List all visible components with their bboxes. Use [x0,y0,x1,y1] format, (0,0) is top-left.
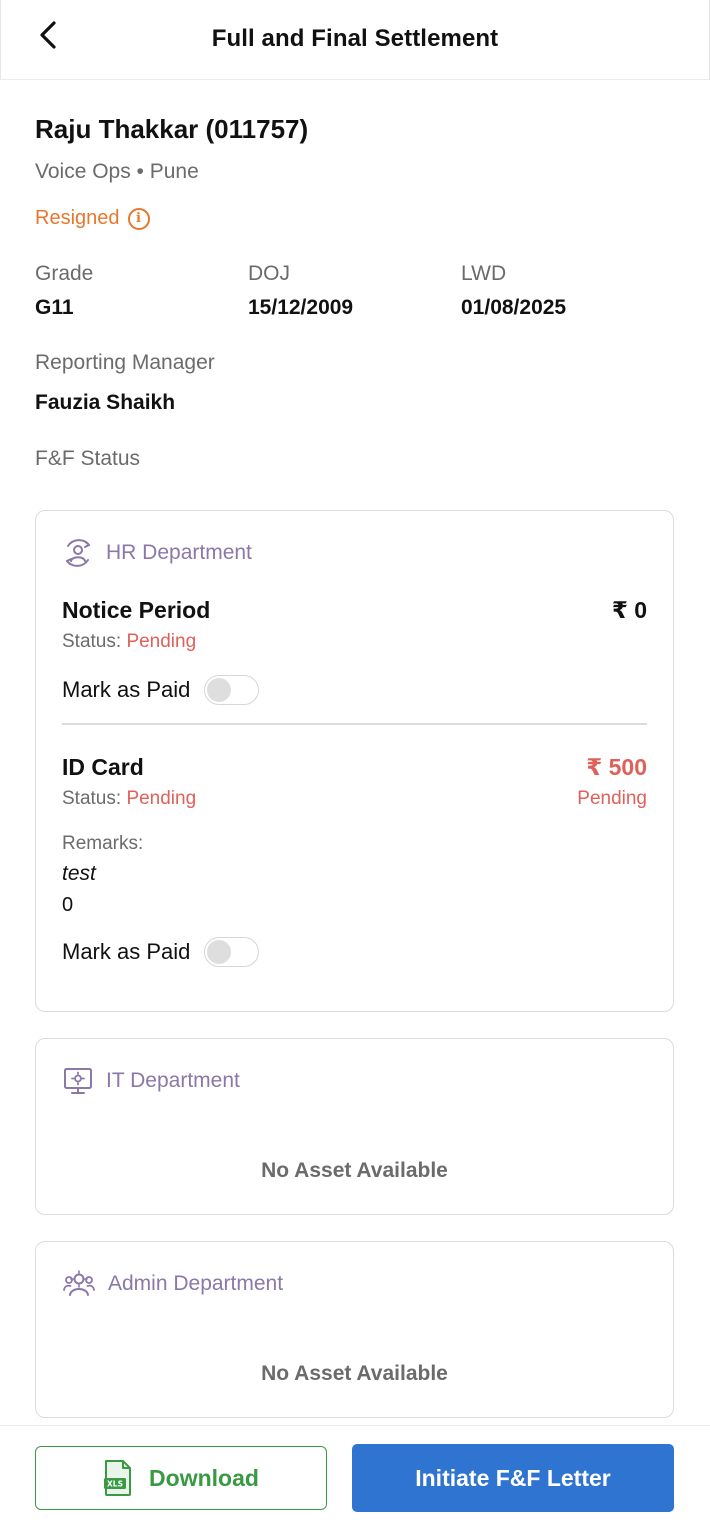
notice-period-title: Notice Period [62,597,211,623]
lwd-field: LWD 01/08/2025 [461,262,566,320]
hr-department-header: HR Department [62,537,252,569]
hr-department-card: HR Department Notice Period ₹ 0 Status: … [35,510,674,1012]
lwd-label: LWD [461,262,507,285]
initiate-ff-letter-label: Initiate F&F Letter [415,1464,611,1491]
admin-department-title: Admin Department [108,1272,284,1295]
ff-status-label: F&F Status [35,447,141,470]
id-card-payment-status: Pending [577,788,647,809]
doj-value: 15/12/2009 [248,296,354,319]
reporting-manager-value: Fauzia Shaikh [35,391,176,414]
id-card-paid-toggle[interactable] [204,937,260,967]
employee-status: Resigned i [35,207,150,230]
notice-period-paid-toggle[interactable] [204,675,260,705]
doj-field: DOJ 15/12/2009 [248,262,353,320]
id-card-status: Status: Pending [62,788,196,810]
lwd-value: 01/08/2025 [461,296,567,319]
employee-department-location: Voice Ops • Pune [35,160,199,183]
page-title: Full and Final Settlement [211,25,499,52]
id-card-remarks-value: 0 [62,894,74,916]
notice-period-status: Status: Pending [62,631,196,653]
admin-department-header: Admin Department [62,1268,283,1300]
it-department-header: IT Department [62,1065,240,1097]
download-button[interactable]: XLS Download [35,1446,327,1510]
notice-period-mark-paid-label: Mark as Paid [62,677,191,702]
hr-department-title: HR Department [106,541,252,564]
notice-period-amount: ₹ 0 [611,597,647,623]
id-card-mark-paid-label: Mark as Paid [62,939,191,964]
download-button-label: Download [149,1464,259,1491]
xls-file-icon-text: XLS [107,1480,123,1489]
admin-department-card: Admin Department No Asset Available [35,1241,674,1418]
notice-period-mark-paid: Mark as Paid [62,675,260,705]
employee-status-text: Resigned [35,207,120,229]
it-department-card: IT Department No Asset Available [35,1038,674,1215]
id-card-remarks-label: Remarks: [62,833,144,854]
initiate-ff-letter-button[interactable]: Initiate F&F Letter [352,1444,674,1512]
toggle-knob [207,678,232,702]
info-icon[interactable]: i [127,207,150,230]
id-card-title: ID Card [62,754,144,780]
app-header: Full and Final Settlement [0,0,710,80]
reporting-manager-label: Reporting Manager [35,351,215,374]
users-gear-icon [63,1270,95,1296]
grade-label: Grade [35,262,94,285]
id-card-status-label: Status: [62,788,122,809]
hr-user-icon [66,539,90,567]
monitor-gear-icon [64,1068,92,1094]
id-card-amount: ₹ 500 [586,754,647,780]
admin-no-asset-message: No Asset Available [261,1362,448,1385]
id-card-mark-paid: Mark as Paid [62,937,260,967]
xls-file-icon: XLS [104,1460,132,1496]
employee-name: Raju Thakkar (011757) [35,114,309,144]
footer-action-bar: XLS Download Initiate F&F Letter [0,1425,710,1528]
it-no-asset-message: No Asset Available [261,1159,448,1182]
id-card-status-value: Pending [126,788,197,809]
notice-period-status-label: Status: [62,631,122,652]
item-divider [62,723,647,725]
toggle-knob [207,940,232,964]
grade-field: Grade G11 [35,262,93,320]
id-card-remarks-text: test [62,862,96,885]
grade-value: G11 [35,296,74,319]
notice-period-status-value: Pending [126,631,197,652]
doj-label: DOJ [248,262,290,285]
it-department-title: IT Department [106,1069,240,1092]
